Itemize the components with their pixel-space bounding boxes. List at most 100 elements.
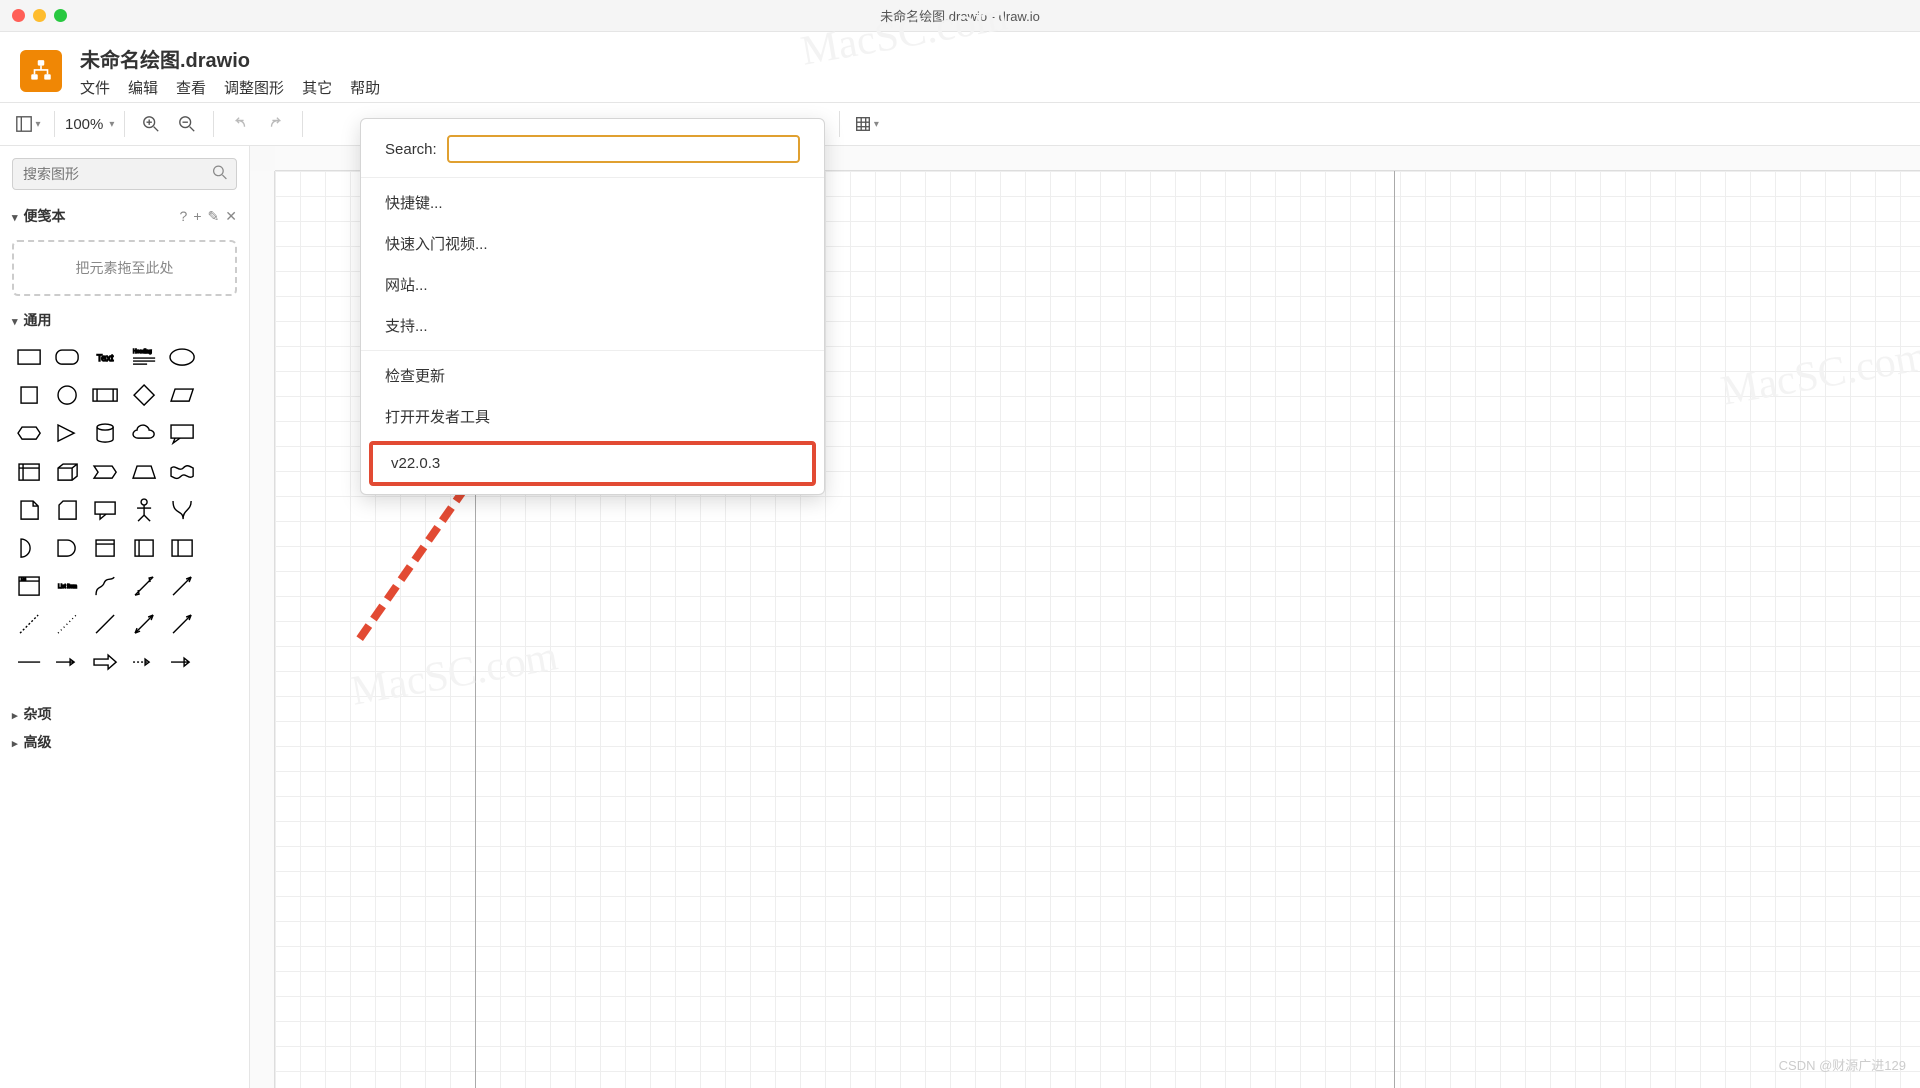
advanced-shapes-header[interactable]: ▸高级 bbox=[0, 728, 249, 756]
shape-half-circle[interactable] bbox=[12, 531, 46, 565]
help-menu-version[interactable]: v22.0.3 bbox=[369, 441, 816, 486]
menubar: 文件 编辑 查看 调整图形 其它 帮助 bbox=[80, 77, 380, 98]
zoom-out-button[interactable] bbox=[171, 108, 203, 140]
help-menu-support[interactable]: 支持... bbox=[361, 305, 824, 346]
drawio-logo-icon bbox=[28, 58, 54, 84]
close-window-button[interactable] bbox=[12, 9, 25, 22]
menu-file[interactable]: 文件 bbox=[80, 77, 110, 98]
menu-other[interactable]: 其它 bbox=[302, 77, 332, 98]
main-area: 便笺本 ? + ✎ ✕ 把元素拖至此处 通用 Text Heading bbox=[0, 146, 1920, 1088]
shape-double-rect[interactable] bbox=[165, 531, 199, 565]
shape-line[interactable] bbox=[88, 607, 122, 641]
shape-rounded-rect[interactable] bbox=[50, 340, 84, 374]
help-search-label: Search: bbox=[385, 141, 437, 158]
shape-dash-h[interactable] bbox=[12, 645, 46, 679]
menu-view[interactable]: 查看 bbox=[176, 77, 206, 98]
shape-block-arrow[interactable] bbox=[88, 645, 122, 679]
shape-container2[interactable] bbox=[127, 531, 161, 565]
shape-dotted-arrow-h[interactable] bbox=[127, 645, 161, 679]
shape-and-gate[interactable] bbox=[50, 531, 84, 565]
shape-speech[interactable] bbox=[88, 493, 122, 527]
help-menu-check-update[interactable]: 检查更新 bbox=[361, 355, 824, 396]
scratchpad-edit-button[interactable]: ✎ bbox=[208, 208, 220, 225]
shape-thin-arrow-h[interactable] bbox=[50, 645, 84, 679]
help-menu-quickstart[interactable]: 快速入门视频... bbox=[361, 223, 824, 264]
shape-circle[interactable] bbox=[50, 378, 84, 412]
document-title[interactable]: 未命名绘图.drawio bbox=[80, 44, 380, 73]
shape-cylinder[interactable] bbox=[88, 416, 122, 450]
help-menu-website[interactable]: 网站... bbox=[361, 264, 824, 305]
misc-title: ▸杂项 bbox=[12, 704, 52, 724]
shape-internal-storage[interactable] bbox=[12, 455, 46, 489]
shape-container[interactable] bbox=[88, 531, 122, 565]
shape-process[interactable] bbox=[88, 378, 122, 412]
shape-trapezoid[interactable] bbox=[127, 455, 161, 489]
undo-button[interactable] bbox=[224, 108, 256, 140]
shape-list[interactable]: List bbox=[12, 569, 46, 603]
redo-button[interactable] bbox=[260, 108, 292, 140]
advanced-title: ▸高级 bbox=[12, 732, 52, 752]
shape-cube[interactable] bbox=[50, 455, 84, 489]
shape-triangle[interactable] bbox=[50, 416, 84, 450]
zoom-in-button[interactable] bbox=[135, 108, 167, 140]
credit-text: CSDN @财源广进129 bbox=[1779, 1055, 1906, 1074]
table-dropdown[interactable]: ▾ bbox=[850, 108, 882, 140]
general-shapes-header[interactable]: 通用 bbox=[0, 306, 249, 334]
window-title: 未命名绘图.drawio - draw.io bbox=[880, 6, 1040, 25]
svg-text:Text: Text bbox=[97, 353, 114, 363]
menu-edit[interactable]: 编辑 bbox=[128, 77, 158, 98]
shape-list-item[interactable]: List Item bbox=[50, 569, 84, 603]
menu-help[interactable]: 帮助 bbox=[350, 77, 380, 98]
shape-connector[interactable] bbox=[165, 645, 199, 679]
shape-text[interactable]: Text bbox=[88, 340, 122, 374]
scratchpad-header[interactable]: 便笺本 ? + ✎ ✕ bbox=[0, 202, 249, 230]
shape-step[interactable] bbox=[88, 455, 122, 489]
shape-parallelogram[interactable] bbox=[165, 378, 199, 412]
shape-double-arrow[interactable] bbox=[127, 607, 161, 641]
shape-single-arrow[interactable] bbox=[165, 607, 199, 641]
help-search-input[interactable] bbox=[447, 135, 800, 163]
scratchpad-close-button[interactable]: ✕ bbox=[225, 208, 237, 225]
shape-dotted-line[interactable] bbox=[50, 607, 84, 641]
shape-empty3 bbox=[203, 416, 237, 450]
shape-curve[interactable] bbox=[88, 569, 122, 603]
shape-bidirectional-arrow[interactable] bbox=[127, 569, 161, 603]
misc-shapes-header[interactable]: ▸杂项 bbox=[0, 700, 249, 728]
help-menu-devtools[interactable]: 打开开发者工具 bbox=[361, 396, 824, 437]
scratchpad-help-button[interactable]: ? bbox=[180, 208, 188, 225]
shape-empty6 bbox=[203, 531, 237, 565]
shape-dashed-line[interactable] bbox=[12, 607, 46, 641]
toolbar-divider bbox=[839, 111, 840, 137]
shape-search-input[interactable] bbox=[13, 159, 236, 189]
scratchpad-title: 便笺本 bbox=[12, 206, 66, 226]
shape-curve2[interactable] bbox=[165, 493, 199, 527]
shape-rectangle[interactable] bbox=[12, 340, 46, 374]
shape-actor[interactable] bbox=[127, 493, 161, 527]
menu-adjust-shape[interactable]: 调整图形 bbox=[224, 77, 284, 98]
scratchpad-dropzone[interactable]: 把元素拖至此处 bbox=[12, 240, 237, 296]
shape-heading[interactable]: Heading bbox=[127, 340, 161, 374]
shape-empty4 bbox=[203, 455, 237, 489]
shape-note[interactable] bbox=[12, 493, 46, 527]
svg-text:List: List bbox=[21, 577, 26, 581]
shape-ellipse[interactable] bbox=[165, 340, 199, 374]
shape-tape[interactable] bbox=[165, 455, 199, 489]
layout-dropdown[interactable]: ▾ bbox=[12, 108, 44, 140]
shape-hexagon[interactable] bbox=[12, 416, 46, 450]
app-header: 未命名绘图.drawio 文件 编辑 查看 调整图形 其它 帮助 bbox=[0, 32, 1920, 102]
shape-empty9 bbox=[203, 645, 237, 679]
shape-square[interactable] bbox=[12, 378, 46, 412]
minimize-window-button[interactable] bbox=[33, 9, 46, 22]
app-logo bbox=[20, 50, 62, 92]
shape-callout[interactable] bbox=[165, 416, 199, 450]
zoom-control[interactable]: 100%▾ bbox=[65, 116, 114, 133]
scratchpad-add-button[interactable]: + bbox=[193, 208, 201, 225]
help-menu-dropdown: Search: 快捷键... 快速入门视频... 网站... 支持... 检查更… bbox=[360, 118, 825, 495]
shape-card[interactable] bbox=[50, 493, 84, 527]
shape-arrow-open[interactable] bbox=[165, 569, 199, 603]
maximize-window-button[interactable] bbox=[54, 9, 67, 22]
shape-cloud[interactable] bbox=[127, 416, 161, 450]
shape-diamond[interactable] bbox=[127, 378, 161, 412]
general-shapes-grid: Text Heading bbox=[0, 334, 249, 686]
help-menu-shortcuts[interactable]: 快捷键... bbox=[361, 182, 824, 223]
